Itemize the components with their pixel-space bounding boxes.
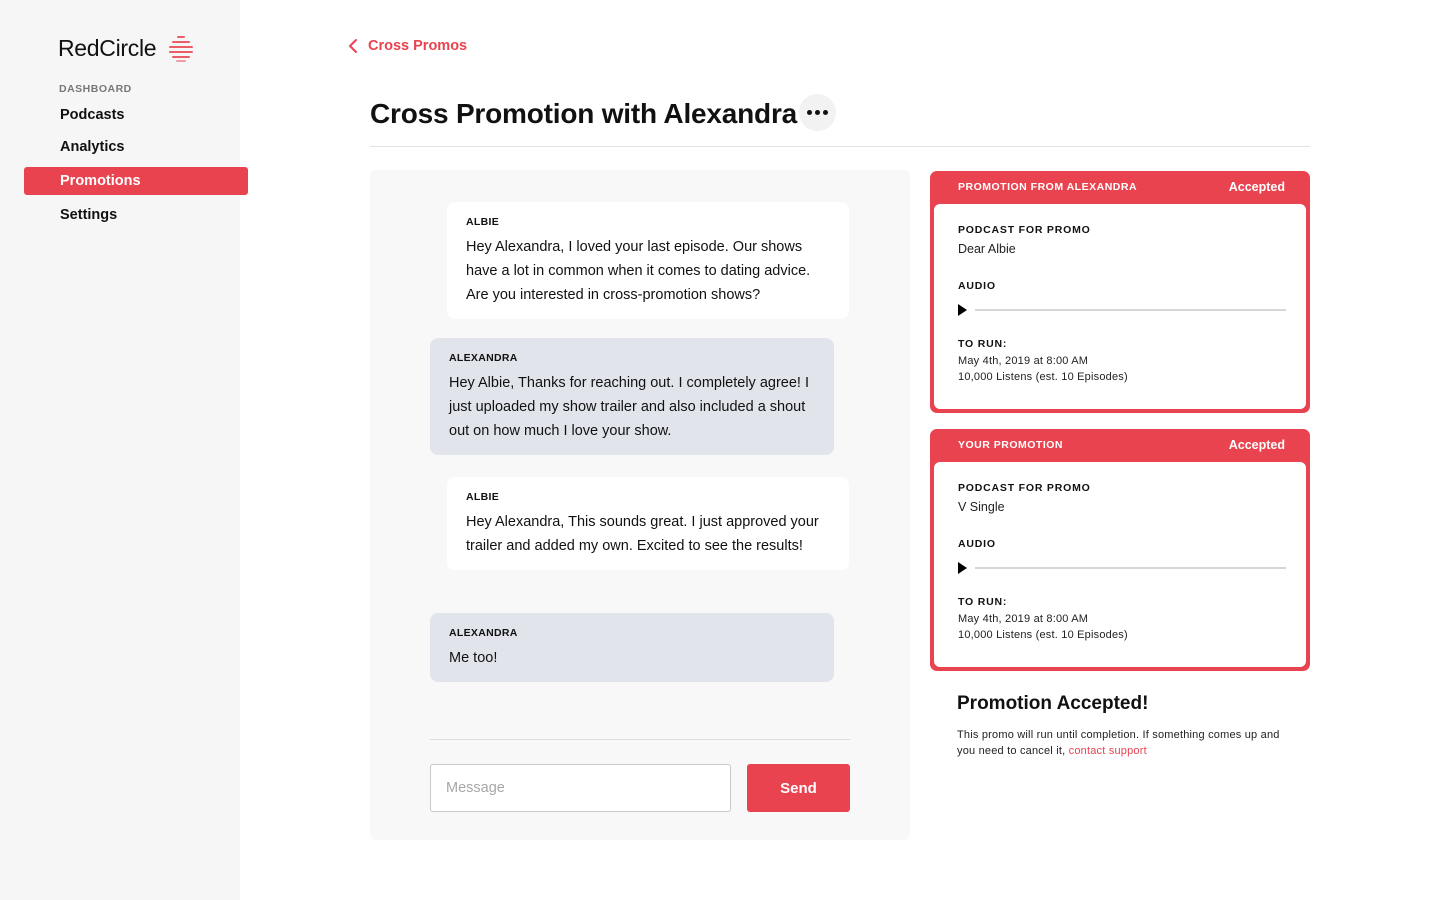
page-title: Cross Promotion with Alexandra: [370, 98, 798, 129]
chat-panel: ALBIE Hey Alexandra, I loved your last e…: [370, 170, 910, 840]
chevron-left-icon: [349, 39, 357, 53]
run-date: May 4th, 2019 at 8:00 AM: [958, 355, 1089, 367]
logo[interactable]: RedCircle: [58, 34, 194, 62]
audio-progress-track[interactable]: [975, 309, 1286, 311]
podcast-label: PODCAST FOR PROMO: [958, 224, 1091, 236]
promo-card-from-alexandra: PROMOTION FROM ALEXANDRA Accepted PODCAS…: [930, 171, 1310, 413]
run-label: TO RUN:: [958, 596, 1008, 608]
audio-label: AUDIO: [958, 280, 996, 292]
chat-message: ALEXANDRA Me too!: [430, 613, 834, 682]
message-text: Me too!: [449, 650, 498, 666]
message-text: Hey Alexandra, This sounds great. I just…: [466, 514, 819, 554]
title-divider: [370, 146, 1310, 147]
promo-card-title: YOUR PROMOTION: [958, 439, 1064, 451]
podcast-name: V Single: [958, 500, 1005, 514]
chat-message: ALBIE Hey Alexandra, This sounds great. …: [447, 477, 849, 570]
contact-support-link[interactable]: contact support: [1069, 745, 1147, 757]
send-button[interactable]: Send: [747, 764, 850, 812]
message-text: Hey Alexandra, I loved your last episode…: [466, 239, 811, 303]
promo-card-body: PODCAST FOR PROMO Dear Albie AUDIO TO RU…: [934, 204, 1306, 409]
audio-player: [958, 560, 1286, 576]
more-options-button[interactable]: [799, 94, 836, 131]
sidebar-item-podcasts[interactable]: Podcasts: [24, 101, 248, 129]
play-icon[interactable]: [958, 304, 967, 316]
promotion-accepted-text: This promo will run until completion. If…: [957, 727, 1297, 759]
message-input[interactable]: [430, 764, 731, 812]
promotion-accepted-title: Promotion Accepted!: [957, 693, 1149, 714]
message-text: Hey Albie, Thanks for reaching out. I co…: [449, 375, 810, 439]
logo-text: RedCircle: [58, 34, 157, 61]
more-horizontal-icon: [807, 110, 812, 115]
podcast-label: PODCAST FOR PROMO: [958, 482, 1091, 494]
sidebar-item-promotions[interactable]: Promotions: [24, 167, 248, 195]
run-listens: 10,000 Listens (est. 10 Episodes): [958, 371, 1128, 383]
play-icon[interactable]: [958, 562, 967, 574]
promo-card-header: PROMOTION FROM ALEXANDRA Accepted: [930, 171, 1310, 203]
audio-progress-track[interactable]: [975, 567, 1286, 569]
back-link-label: Cross Promos: [368, 38, 468, 54]
status-badge: Accepted: [1228, 180, 1285, 194]
sidebar: RedCircle DASHBOARD Podcasts Analytics P…: [0, 0, 248, 900]
status-badge: Accepted: [1228, 438, 1285, 452]
promo-card-body: PODCAST FOR PROMO V Single AUDIO TO RUN:…: [934, 462, 1306, 667]
back-link-cross-promos[interactable]: Cross Promos: [348, 38, 467, 54]
sidebar-item-analytics[interactable]: Analytics: [24, 133, 248, 161]
podcast-name: Dear Albie: [958, 242, 1016, 256]
chat-message: ALBIE Hey Alexandra, I loved your last e…: [447, 202, 849, 319]
run-label: TO RUN:: [958, 338, 1008, 350]
sidebar-item-settings[interactable]: Settings: [24, 201, 248, 229]
audio-player: [958, 302, 1286, 318]
run-listens: 10,000 Listens (est. 10 Episodes): [958, 629, 1128, 641]
message-author: ALBIE: [466, 491, 499, 503]
audio-label: AUDIO: [958, 538, 996, 550]
redcircle-logo-icon: [168, 34, 194, 62]
promo-card-title: PROMOTION FROM ALEXANDRA: [958, 181, 1138, 193]
run-date: May 4th, 2019 at 8:00 AM: [958, 613, 1089, 625]
dashboard-section-label: DASHBOARD: [59, 83, 132, 95]
message-author: ALEXANDRA: [449, 352, 518, 364]
message-author: ALEXANDRA: [449, 627, 518, 639]
promo-card-header: YOUR PROMOTION Accepted: [930, 429, 1310, 461]
message-author: ALBIE: [466, 216, 499, 228]
chat-divider: [430, 739, 850, 740]
chat-message: ALEXANDRA Hey Albie, Thanks for reaching…: [430, 338, 834, 455]
promo-card-your-promotion: YOUR PROMOTION Accepted PODCAST FOR PROM…: [930, 429, 1310, 671]
